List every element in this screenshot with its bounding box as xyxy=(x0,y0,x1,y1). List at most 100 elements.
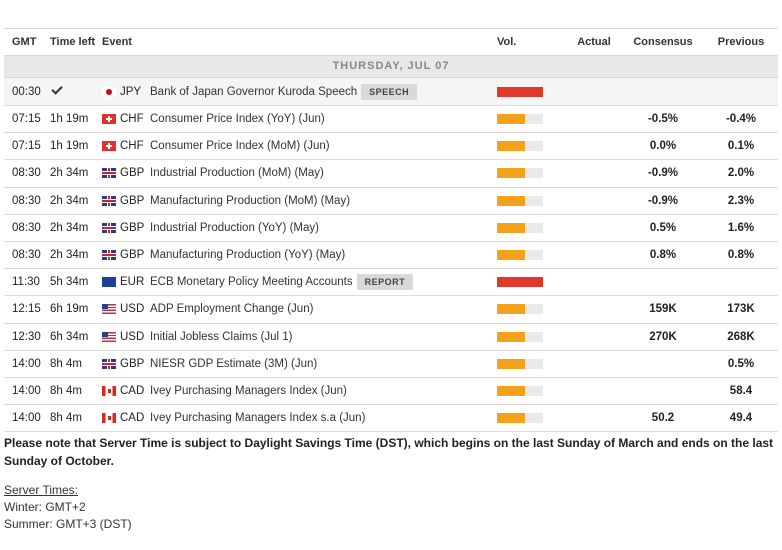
event-row[interactable]: 00:30 JPY Bank of Japan Governor Kuroda Sp… xyxy=(4,78,778,106)
event-time-left: 8h 4m xyxy=(50,357,82,370)
event-row[interactable]: 14:00 8h 4m GBP NIESR GDP Estimate (3M) (Ju… xyxy=(4,351,778,378)
event-cell: USD Initial Jobless Claims (Jul 1) xyxy=(102,331,497,343)
event-row[interactable]: 08:30 2h 34m GBP Manufacturing Production (… xyxy=(4,242,778,270)
event-currency: GBP xyxy=(120,221,145,234)
event-name[interactable]: Industrial Production (YoY) (May) xyxy=(150,222,319,234)
flag-gb-icon xyxy=(102,358,116,369)
header-consensus: Consensus xyxy=(633,36,693,48)
volatility-cell xyxy=(497,413,567,424)
volatility-bar xyxy=(497,385,543,396)
volatility-bar-fill xyxy=(497,358,525,369)
event-currency: EUR xyxy=(120,276,145,289)
event-cell: GBP Manufacturing Production (YoY) (May) xyxy=(102,249,497,261)
event-row[interactable]: 12:30 6h 34m USD Initial Jobless Claims (Ju… xyxy=(4,324,778,351)
event-currency: GBP xyxy=(120,249,145,262)
flag-gb-icon xyxy=(102,195,116,206)
server-times-title[interactable]: Server Times: xyxy=(4,482,132,499)
event-consensus: -0.9% xyxy=(647,167,679,180)
volatility-cell xyxy=(497,195,567,206)
event-tag-badge: REPORT xyxy=(356,274,414,291)
event-name[interactable]: Manufacturing Production (MoM) (May) xyxy=(150,195,350,207)
event-currency: GBP xyxy=(120,194,145,207)
event-name[interactable]: ECB Monetary Policy Meeting Accounts xyxy=(150,276,353,288)
event-row[interactable]: 08:30 2h 34m GBP Industrial Production (YoY… xyxy=(4,215,778,242)
volatility-bar xyxy=(497,304,543,315)
volatility-bar-fill xyxy=(497,195,525,206)
flag-eu-icon xyxy=(102,277,116,288)
event-currency: CHF xyxy=(120,113,144,126)
event-time-left: 2h 34m xyxy=(50,167,89,180)
event-cell: CHF Consumer Price Index (YoY) (Jun) xyxy=(102,113,497,125)
volatility-bar xyxy=(497,250,543,261)
event-name[interactable]: Bank of Japan Governor Kuroda Speech xyxy=(150,86,357,98)
volatility-cell xyxy=(497,222,567,233)
volatility-cell xyxy=(497,114,567,125)
volatility-bar-fill xyxy=(497,168,525,179)
event-gmt: 08:30 xyxy=(12,221,41,234)
event-name[interactable]: Consumer Price Index (YoY) (Jun) xyxy=(150,113,325,125)
event-name[interactable]: Ivey Purchasing Managers Index s.a (Jun) xyxy=(150,412,365,424)
volatility-bar-fill xyxy=(497,385,525,396)
event-cell: GBP Manufacturing Production (MoM) (May) xyxy=(102,195,497,207)
event-cell: JPY Bank of Japan Governor Kuroda Speech S… xyxy=(102,83,497,100)
event-row[interactable]: 14:00 8h 4m CAD Ivey Purchasing Managers In… xyxy=(4,405,778,433)
header-event: Event xyxy=(102,36,132,48)
event-time-left: 8h 4m xyxy=(50,412,82,425)
volatility-cell xyxy=(497,250,567,261)
server-times: Server Times: Winter: GMT+2 Summer: GMT+… xyxy=(4,482,132,533)
event-row[interactable]: 08:30 2h 34m GBP Manufacturing Production (… xyxy=(4,188,778,215)
volatility-bar-fill xyxy=(497,277,543,288)
volatility-bar-fill xyxy=(497,141,525,152)
event-consensus: 50.2 xyxy=(651,412,675,425)
event-gmt: 07:15 xyxy=(12,113,41,126)
volatility-bar xyxy=(497,222,543,233)
flag-ch-icon xyxy=(102,114,116,125)
event-consensus: -0.5% xyxy=(647,113,679,126)
event-time-left: 5h 34m xyxy=(50,276,89,289)
volatility-cell xyxy=(497,304,567,315)
economic-calendar: GMT Time left Event Vol. Actual Consensu… xyxy=(4,28,778,433)
volatility-bar xyxy=(497,277,543,288)
event-cell: CAD Ivey Purchasing Managers Index (Jun) xyxy=(102,385,497,397)
event-consensus: -0.9% xyxy=(647,194,679,207)
volatility-bar-fill xyxy=(497,250,525,261)
event-name[interactable]: Initial Jobless Claims (Jul 1) xyxy=(150,331,293,343)
volatility-bar-fill xyxy=(497,304,525,315)
event-name[interactable]: Manufacturing Production (YoY) (May) xyxy=(150,249,345,261)
flag-jp-icon xyxy=(102,86,116,97)
volatility-bar xyxy=(497,195,543,206)
event-name[interactable]: Consumer Price Index (MoM) (Jun) xyxy=(150,140,330,152)
event-name[interactable]: ADP Employment Change (Jun) xyxy=(150,303,313,315)
header-vol: Vol. xyxy=(497,36,517,48)
event-gmt: 08:30 xyxy=(12,194,41,207)
event-row[interactable]: 07:15 1h 19m CHF Consumer Price Index (MoM)… xyxy=(4,133,778,161)
volatility-bar-fill xyxy=(497,86,543,97)
event-row[interactable]: 07:15 1h 19m CHF Consumer Price Index (YoY)… xyxy=(4,106,778,134)
volatility-bar-fill xyxy=(497,222,525,233)
event-name[interactable]: NIESR GDP Estimate (3M) (Jun) xyxy=(150,358,317,370)
volatility-bar-fill xyxy=(497,413,525,424)
volatility-bar xyxy=(497,358,543,369)
header-gmt: GMT xyxy=(12,36,37,48)
server-times-winter: Winter: GMT+2 xyxy=(4,500,86,514)
event-tag-badge: SPEECH xyxy=(361,83,418,100)
event-name[interactable]: Industrial Production (MoM) (May) xyxy=(150,167,324,179)
volatility-cell xyxy=(497,141,567,152)
event-currency: GBP xyxy=(120,357,145,370)
event-time-left: 6h 19m xyxy=(50,303,89,316)
event-previous: -0.4% xyxy=(725,113,757,126)
volatility-bar xyxy=(497,168,543,179)
event-previous: 0.8% xyxy=(727,249,755,262)
event-name[interactable]: Ivey Purchasing Managers Index (Jun) xyxy=(150,385,347,397)
event-currency: CHF xyxy=(120,140,144,153)
event-row[interactable]: 14:00 8h 4m CAD Ivey Purchasing Managers In… xyxy=(4,378,778,406)
event-row[interactable]: 08:30 2h 34m GBP Industrial Production (MoM… xyxy=(4,160,778,188)
event-gmt: 14:00 xyxy=(12,384,41,397)
volatility-bar xyxy=(497,86,543,97)
volatility-bar xyxy=(497,141,543,152)
event-previous: 1.6% xyxy=(727,221,755,234)
event-gmt: 08:30 xyxy=(12,167,41,180)
event-row[interactable]: 11:30 5h 34m EUR ECB Monetary Policy Meetin… xyxy=(4,269,778,297)
event-row[interactable]: 12:15 6h 19m USD ADP Employment Change (Jun… xyxy=(4,296,778,324)
server-times-summer: Summer: GMT+3 (DST) xyxy=(4,517,132,531)
